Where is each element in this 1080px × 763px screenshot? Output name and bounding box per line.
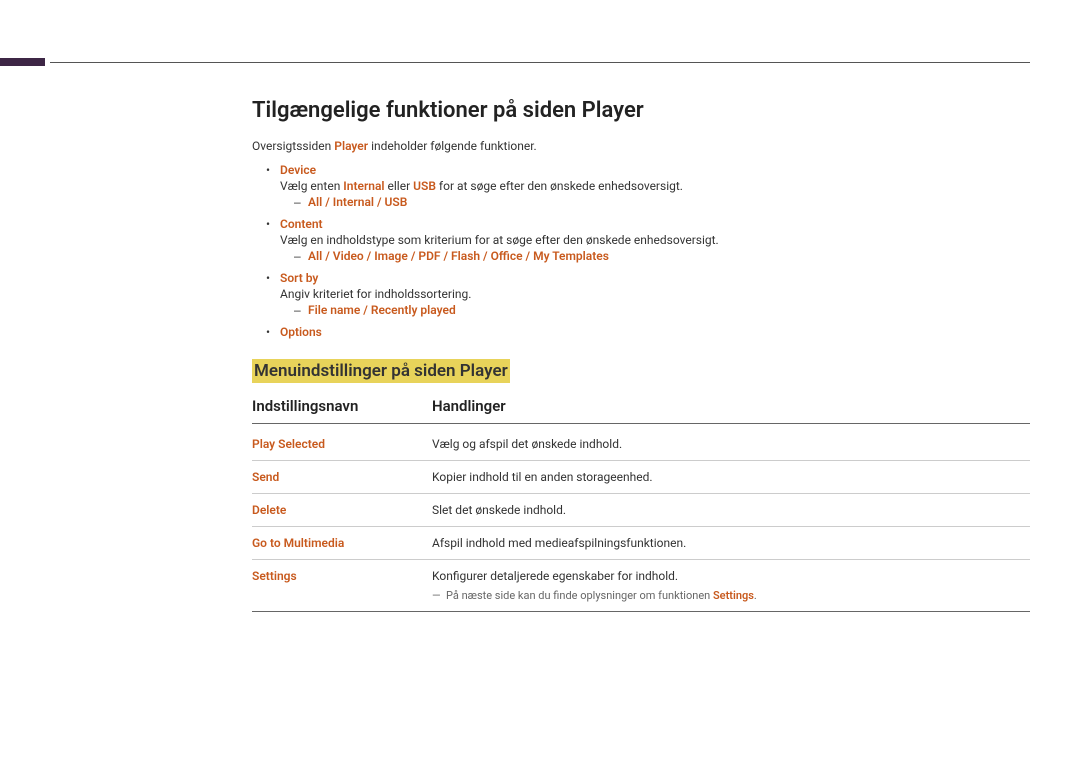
settings-table: Indstillingsnavn Handlinger Play Selecte…: [252, 397, 1030, 612]
row-action: Slet det ønskede indhold.: [432, 503, 1030, 517]
table-row: Settings Konfigurer detaljerede egenskab…: [252, 560, 1030, 612]
item-sortby-desc: Angiv kriteriet for indholdssortering.: [280, 287, 1030, 301]
page-title: Tilgængelige funktioner på siden Player: [252, 98, 1030, 123]
feature-list: Device Vælg enten Internal eller USB for…: [266, 163, 1030, 339]
row-action: Kopier indhold til en anden storageenhed…: [432, 470, 1030, 484]
item-options: Options: [266, 325, 1030, 339]
item-sortby-sub: File name / Recently played: [294, 303, 1030, 317]
table-row: Go to Multimedia Afspil indhold med medi…: [252, 527, 1030, 560]
item-device: Device Vælg enten Internal eller USB for…: [266, 163, 1030, 209]
item-sortby: Sort by Angiv kriteriet for indholdssort…: [266, 271, 1030, 317]
item-device-sub: All / Internal / USB: [294, 195, 1030, 209]
col-header-action: Handlinger: [432, 397, 1030, 415]
row-note: På næste side kan du finde oplysninger o…: [432, 589, 1030, 602]
intro-text: Oversigtssiden Player indeholder følgend…: [252, 139, 1030, 153]
col-header-name: Indstillingsnavn: [252, 397, 432, 415]
row-action: Vælg og afspil det ønskede indhold.: [432, 437, 1030, 451]
row-action: Konfigurer detaljerede egenskaber for in…: [432, 569, 1030, 602]
top-rule: [50, 62, 1030, 63]
item-content-sub: All / Video / Image / PDF / Flash / Offi…: [294, 249, 1030, 263]
row-name: Go to Multimedia: [252, 536, 432, 550]
table-row: Play Selected Vælg og afspil det ønskede…: [252, 428, 1030, 461]
row-name: Play Selected: [252, 437, 432, 451]
table-header: Indstillingsnavn Handlinger: [252, 397, 1030, 424]
row-action: Afspil indhold med medieafspilningsfunkt…: [432, 536, 1030, 550]
accent-bar: [0, 58, 45, 66]
item-content-desc: Vælg en indholdstype som kriterium for a…: [280, 233, 1030, 247]
row-name: Send: [252, 470, 432, 484]
row-name: Delete: [252, 503, 432, 517]
table-row: Send Kopier indhold til en anden storage…: [252, 461, 1030, 494]
item-content: Content Vælg en indholdstype som kriteri…: [266, 217, 1030, 263]
table-row: Delete Slet det ønskede indhold.: [252, 494, 1030, 527]
section-heading: Menuindstillinger på siden Player: [252, 359, 510, 383]
row-name: Settings: [252, 569, 432, 583]
main-content: Tilgængelige funktioner på siden Player …: [252, 98, 1030, 612]
item-device-desc: Vælg enten Internal eller USB for at søg…: [280, 179, 1030, 193]
